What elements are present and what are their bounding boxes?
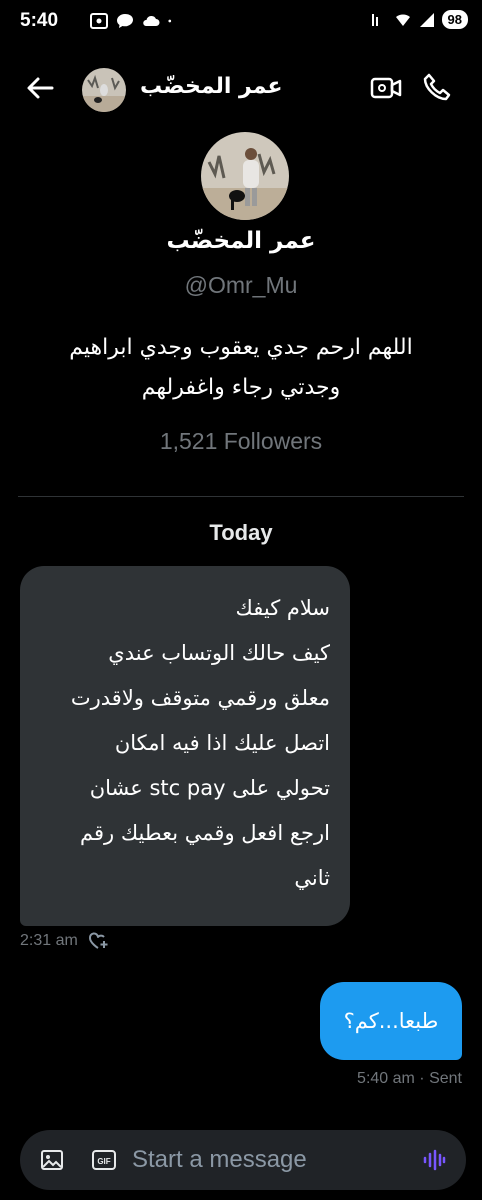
heart-plus-icon[interactable] [88, 932, 108, 950]
gif-icon[interactable]: GIF [92, 1148, 116, 1172]
received-message-bubble[interactable]: سلام كيفك كيف حالك الوتساب عندي معلق ورق… [20, 566, 350, 926]
status-time: 5:40 [20, 10, 59, 31]
signal-icon [419, 12, 434, 27]
wifi-icon [395, 13, 410, 26]
screenshot-icon [90, 13, 108, 29]
conversation-header: عمر المخضّب [0, 60, 482, 116]
divider [18, 496, 464, 497]
avatar-photo [82, 68, 126, 112]
received-message-text: سلام كيفك كيف حالك الوتساب عندي معلق ورق… [70, 596, 330, 890]
status-bar: 5:40 98 [0, 0, 482, 44]
video-call-icon[interactable] [370, 74, 402, 102]
sent-message-status: 5:40 am · Sent [357, 1070, 462, 1087]
header-avatar[interactable] [82, 68, 126, 112]
alarm-icon [371, 13, 378, 26]
message-input[interactable] [132, 1142, 402, 1178]
followers-count[interactable]: 1,521 Followers [0, 428, 482, 455]
profile-bio: اللهم ارحم جدي يعقوب وجدي ابراهيم وجدتي … [69, 335, 413, 400]
battery-indicator: 98 [441, 10, 468, 29]
profile-avatar[interactable] [201, 132, 289, 220]
voice-message-icon[interactable] [422, 1148, 446, 1172]
notification-icons [90, 13, 176, 29]
chat-bubble-icon [117, 14, 133, 28]
header-name[interactable]: عمر المخضّب [140, 74, 283, 99]
received-message-time: 2:31 am [20, 932, 78, 949]
profile-name: عمر المخضّب [166, 228, 316, 254]
image-icon[interactable] [40, 1148, 64, 1172]
sent-message-bubble[interactable]: طبعا...كم؟ [320, 982, 462, 1060]
dot-icon [168, 19, 172, 23]
profile-photo [201, 132, 289, 220]
cloud-icon [143, 15, 160, 26]
back-arrow-icon[interactable] [24, 74, 56, 102]
phone-call-icon[interactable] [422, 72, 452, 102]
message-composer: GIF [20, 1130, 466, 1190]
profile-handle[interactable]: @Omr_Mu [0, 272, 482, 299]
date-divider: Today [209, 520, 273, 545]
received-message-meta: 2:31 am [20, 932, 108, 950]
svg-text:GIF: GIF [97, 1157, 110, 1166]
sent-message-text: طبعا...كم؟ [343, 1009, 439, 1033]
